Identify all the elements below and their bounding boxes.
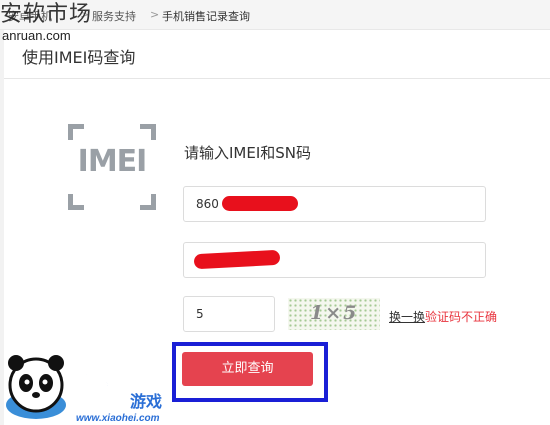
watermark-domain: anruan.com	[2, 28, 71, 43]
breadcrumb-item-2[interactable]: 服务支持	[92, 8, 136, 24]
page-title: 使用IMEI码查询	[22, 48, 136, 67]
imei-input-value: 860	[196, 197, 219, 211]
breadcrumb-separator: >	[150, 8, 160, 21]
breadcrumb-current: 手机销售记录查询	[162, 10, 250, 23]
redaction-mark	[222, 196, 298, 211]
imei-scan-icon: IMEI	[68, 124, 156, 210]
captcha-input[interactable]: 5	[183, 296, 275, 332]
imei-logo-text: IMEI	[77, 144, 148, 179]
captcha-input-value: 5	[196, 307, 204, 321]
captcha-text: 1×5	[310, 302, 359, 324]
xiaohei-watermark-logo: 小黑 游戏 www.xiaohei.com	[6, 355, 162, 424]
submit-query-button[interactable]: 立即查询	[182, 352, 313, 386]
page: 安卓手机 > 服务支持 > 手机销售记录查询 使用IMEI码查询 IMEI 请输…	[0, 0, 550, 425]
form-prompt: 请输入IMEI和SN码	[184, 144, 312, 162]
watermark-brand-sub: 游戏	[130, 392, 162, 411]
refresh-captcha-link[interactable]: 换一换	[389, 308, 425, 325]
watermark-url: www.xiaohei.com	[76, 413, 160, 424]
watermark-brand: 安软市场	[0, 2, 93, 27]
divider	[4, 78, 550, 79]
captcha-image[interactable]: 1×5	[288, 298, 380, 330]
captcha-error-text: 验证码不正确	[425, 310, 498, 324]
